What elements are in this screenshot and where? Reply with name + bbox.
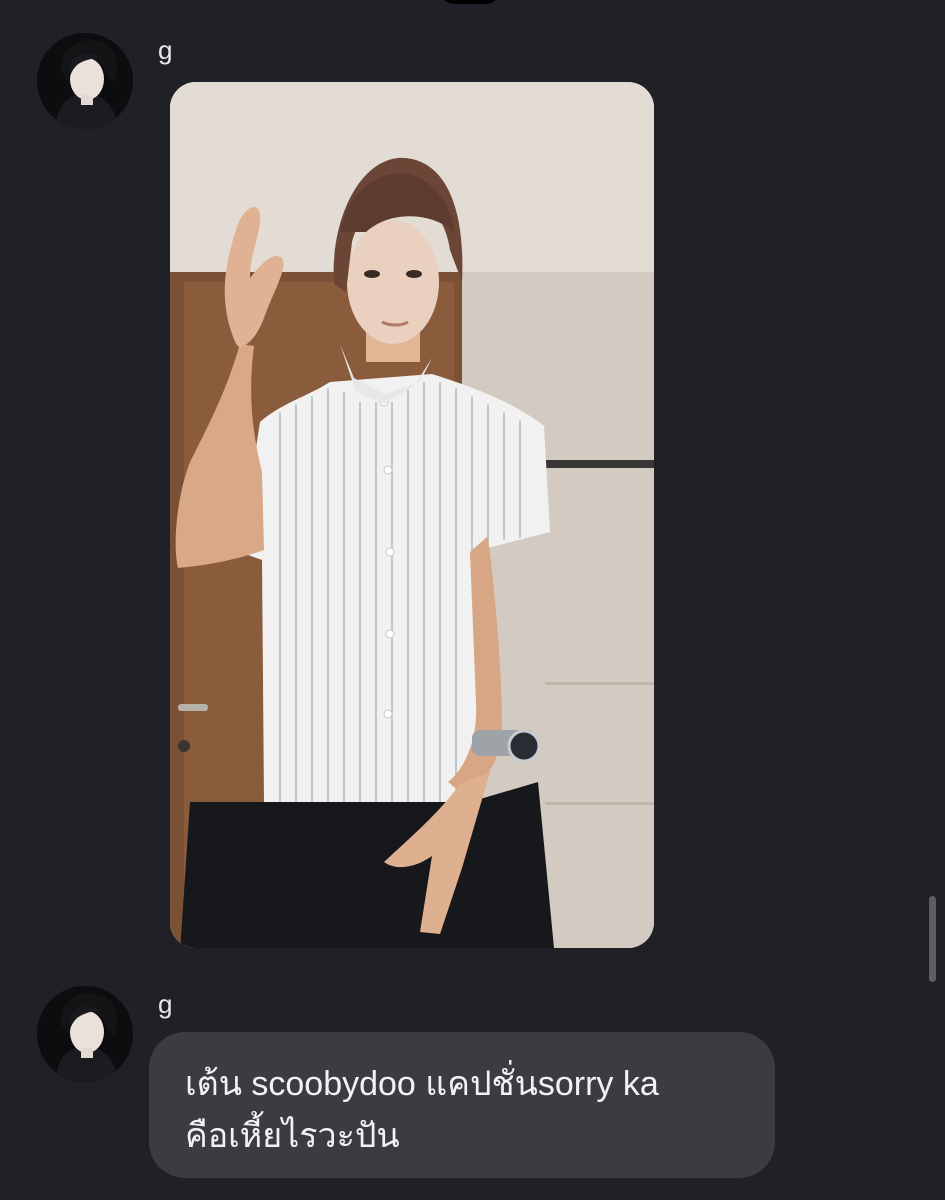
message-bubble[interactable]: เต้น scoobydoo แคปชั่นsorry ka คือเหี้ยไ… bbox=[149, 1032, 775, 1178]
message-photo[interactable] bbox=[170, 82, 654, 948]
avatar-photo bbox=[37, 986, 133, 1082]
message-text-line: คือเหี้ยไรวะปัน bbox=[185, 1117, 400, 1155]
message-text-line: เต้น scoobydoo แคปชั่นsorry ka bbox=[185, 1065, 659, 1103]
top-status-indicator bbox=[440, 0, 500, 4]
sender-name: g bbox=[158, 989, 173, 1019]
sender-name: g bbox=[158, 35, 173, 65]
avatar[interactable] bbox=[37, 33, 133, 129]
avatar-photo bbox=[37, 33, 133, 129]
avatar[interactable] bbox=[37, 986, 133, 1082]
scrollbar[interactable] bbox=[929, 896, 936, 982]
photo-content bbox=[170, 82, 654, 948]
